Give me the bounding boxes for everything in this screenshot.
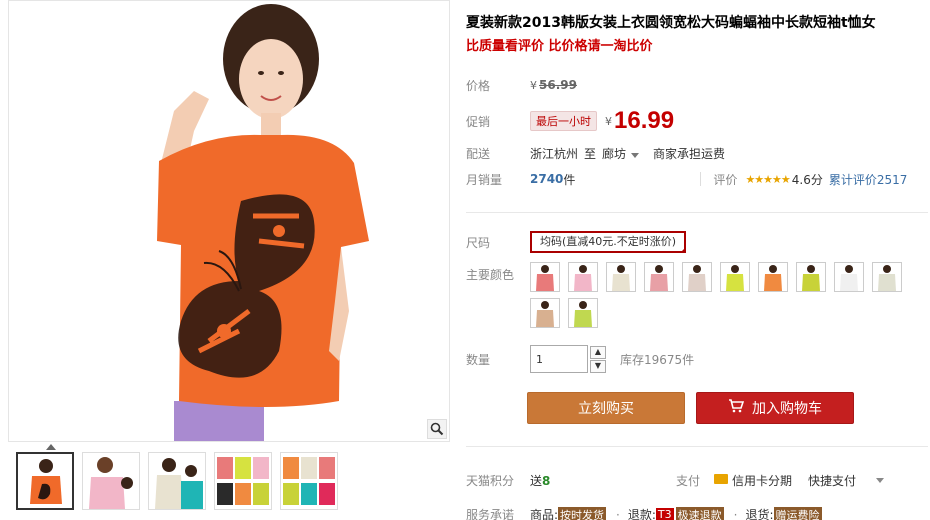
points-value: 送8 xyxy=(530,472,550,489)
product-subtitle: 比质量看评价 比价格请一淘比价 xyxy=(466,39,653,54)
color-swatch[interactable] xyxy=(758,262,788,292)
quantity-row: 数量 ▲ ▼ 库存19675件 xyxy=(466,344,694,374)
return-badge[interactable]: 赠运费险 xyxy=(773,506,822,520)
rating-score: 4.6分 xyxy=(791,172,823,187)
buy-now-button[interactable]: 立刻购买 xyxy=(527,392,685,424)
promo-currency: ¥ xyxy=(605,114,612,128)
section-divider xyxy=(466,212,928,213)
service-row: 服务承诺 商品: 按时发货 · 退款: T3 极速退款 · 退货: 赠运费险 xyxy=(466,506,824,520)
price-currency: ¥ xyxy=(530,78,537,92)
quick-pay-option[interactable]: 快捷支付 xyxy=(808,472,856,489)
reviews-link[interactable]: 累计评价2517 xyxy=(829,171,908,188)
monthly-sales-label: 月销量 xyxy=(466,172,503,187)
thumbnail-4[interactable] xyxy=(214,452,272,510)
color-swatch[interactable] xyxy=(530,298,560,328)
color-swatch[interactable] xyxy=(720,262,750,292)
ship-to-word: 至 xyxy=(584,146,597,161)
promo-tag: 最后一小时 xyxy=(530,111,597,131)
add-to-cart-button[interactable]: 加入购物车 xyxy=(696,392,854,424)
price-row: 价格 ¥ 56.99 xyxy=(466,74,577,96)
price-label: 价格 xyxy=(466,78,491,93)
color-swatch[interactable] xyxy=(796,262,826,292)
thumbnail-2[interactable] xyxy=(82,452,140,510)
product-photo xyxy=(9,1,449,441)
color-swatch-grid xyxy=(530,262,910,328)
thumbnail-1[interactable] xyxy=(16,452,74,510)
chevron-down-icon xyxy=(631,152,640,158)
refund-code-badge: T3 xyxy=(655,508,674,520)
ship-to-select[interactable]: 廊坊 xyxy=(602,145,640,162)
color-swatch[interactable] xyxy=(872,262,902,292)
chevron-down-icon[interactable] xyxy=(876,478,884,483)
return-label: 退货: xyxy=(745,508,774,520)
size-row: 尺码 均码(直减40元.不定时涨价) xyxy=(466,230,687,254)
color-swatch[interactable] xyxy=(568,298,598,328)
add-to-cart-label: 加入购物车 xyxy=(752,401,822,417)
size-label: 尺码 xyxy=(466,235,491,250)
installment-option[interactable]: 信用卡分期 xyxy=(732,472,792,489)
separator: · xyxy=(733,507,738,520)
section-divider xyxy=(466,446,928,447)
buy-now-label: 立刻购买 xyxy=(578,401,634,417)
rating-label: 评价 xyxy=(713,172,738,187)
original-price: 56.99 xyxy=(539,78,577,92)
product-info-panel: 夏装新款2013韩版女装上衣圆领宽松大码蝙蝠袖中长款短袖t恤女 比质量看评价 比… xyxy=(466,0,930,520)
thumbnail-5[interactable] xyxy=(280,452,338,510)
promo-label: 促销 xyxy=(466,114,491,129)
promo-price: 16.99 xyxy=(614,107,675,134)
shipping-note: 商家承担运费 xyxy=(653,146,726,161)
quantity-stepper: ▲ ▼ xyxy=(590,345,606,373)
separator: · xyxy=(616,507,620,520)
size-option-selected[interactable]: 均码(直减40元.不定时涨价) xyxy=(530,231,687,253)
monthly-sales-unit: 件 xyxy=(563,172,576,187)
increase-quantity-button[interactable]: ▲ xyxy=(590,345,606,359)
quantity-label: 数量 xyxy=(466,352,491,367)
goods-badge[interactable]: 按时发货 xyxy=(558,506,607,520)
main-product-image[interactable] xyxy=(8,0,450,442)
points-label: 天猫积分 xyxy=(466,474,515,488)
payment-label: 支付 xyxy=(676,474,701,488)
color-swatch[interactable] xyxy=(530,262,560,292)
shipping-label: 配送 xyxy=(466,146,491,161)
product-title: 夏装新款2013韩版女装上衣圆领宽松大码蝙蝠袖中长款短袖t恤女 xyxy=(466,15,876,31)
thumbnail-strip xyxy=(16,452,338,510)
rating-stars-icon: ★★★★★ xyxy=(745,172,790,186)
goods-label: 商品: xyxy=(530,508,559,520)
color-swatch[interactable] xyxy=(644,262,674,292)
color-swatch[interactable] xyxy=(568,262,598,292)
points-prefix: 送 xyxy=(530,474,543,488)
decrease-quantity-button[interactable]: ▼ xyxy=(590,359,606,373)
color-swatch[interactable] xyxy=(834,262,864,292)
color-swatch[interactable] xyxy=(682,262,712,292)
colors-label: 主要颜色 xyxy=(466,268,515,282)
service-label: 服务承诺 xyxy=(466,508,515,520)
credit-card-icon xyxy=(714,474,728,484)
stock-count: 库存19675件 xyxy=(620,352,695,367)
divider xyxy=(700,172,702,186)
product-gallery xyxy=(8,0,450,520)
shipping-row: 配送 浙江杭州 至 廊坊 商家承担运费 xyxy=(466,142,725,164)
ship-from: 浙江杭州 xyxy=(530,146,579,161)
color-swatch[interactable] xyxy=(606,262,636,292)
refund-badge[interactable]: 极速退款 xyxy=(675,506,724,520)
ship-to-value: 廊坊 xyxy=(602,146,627,161)
promo-row: 促销 最后一小时 ¥ 16.99 xyxy=(466,106,674,136)
thumbnail-3[interactable] xyxy=(148,452,206,510)
zoom-icon[interactable] xyxy=(427,419,447,439)
monthly-sales-value: 2740 xyxy=(530,172,564,186)
sales-row: 月销量 2740 件 评价 ★★★★★ 4.6分 累计评价2517 xyxy=(466,168,907,190)
points-number: 8 xyxy=(542,474,551,488)
thumbnail-pointer xyxy=(46,444,56,450)
quantity-input[interactable] xyxy=(530,345,588,373)
cart-icon xyxy=(728,399,745,417)
refund-label: 退款: xyxy=(627,508,656,520)
